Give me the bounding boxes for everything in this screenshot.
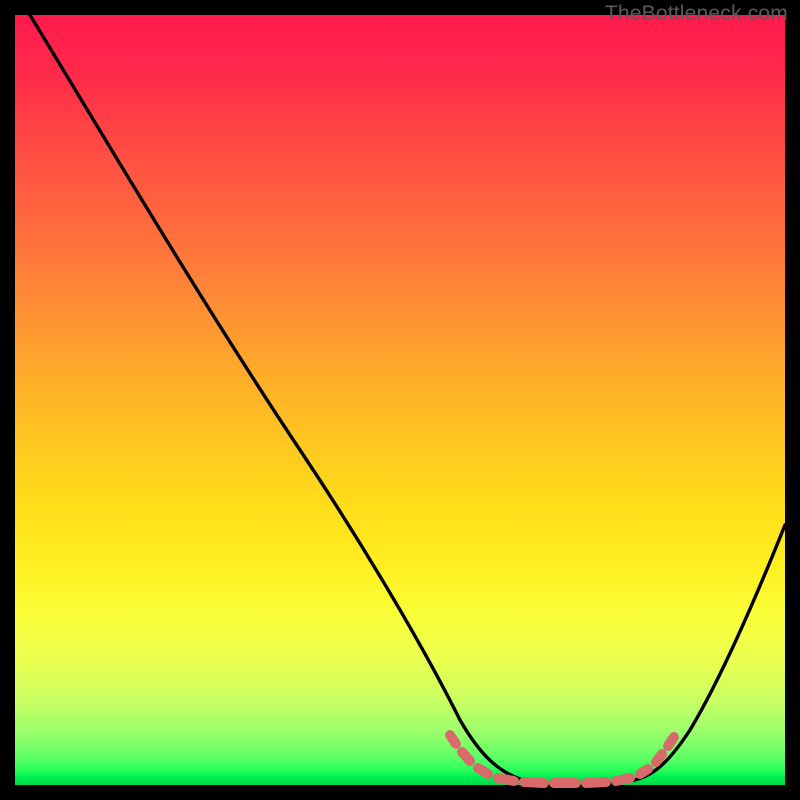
plot-gradient-area <box>15 15 785 785</box>
watermark-text: TheBottleneck.com <box>605 2 788 26</box>
chart-container: TheBottleneck.com <box>0 0 800 800</box>
